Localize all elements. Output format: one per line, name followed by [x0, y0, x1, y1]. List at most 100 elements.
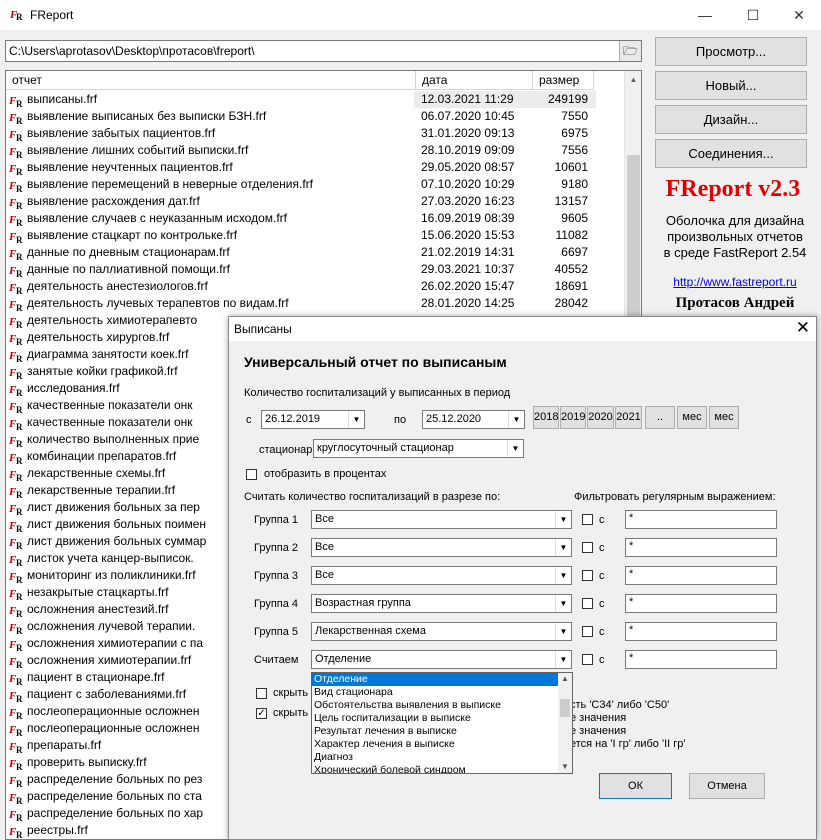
- group-select[interactable]: Все ▼: [311, 538, 572, 557]
- list-item[interactable]: F R выявление перемещений в неверные отдел…: [6, 176, 624, 193]
- group-label: Считаем: [254, 654, 299, 666]
- chevron-down-icon[interactable]: ▼: [348, 411, 364, 428]
- dialog-close-icon[interactable]: ✕: [796, 318, 810, 338]
- scroll-thumb[interactable]: [627, 155, 640, 329]
- file-name: количество выполненных прие: [27, 432, 200, 446]
- cancel-button[interactable]: Отмена: [689, 773, 765, 799]
- chevron-down-icon[interactable]: ▼: [508, 411, 524, 428]
- column-header-name[interactable]: отчет: [6, 71, 416, 90]
- hide-label-1: скрыть: [273, 687, 309, 699]
- month-prev-button[interactable]: мес: [677, 406, 707, 429]
- date-to-picker[interactable]: 25.12.2020 ▼: [422, 410, 525, 429]
- year-2020-button[interactable]: 2020: [587, 406, 614, 429]
- list-item[interactable]: F R выявление расхождения дат.frf 27.03.202…: [6, 193, 624, 210]
- dropdown-option[interactable]: Отделение: [312, 673, 572, 686]
- regex-checkbox[interactable]: [582, 542, 593, 553]
- dropdown-list[interactable]: Отделение Вид стационара Обстоятельства вы…: [311, 672, 573, 774]
- design-button[interactable]: Дизайн...: [655, 105, 807, 134]
- regex-checkbox[interactable]: [582, 570, 593, 581]
- regex-input[interactable]: *: [625, 538, 777, 557]
- dots-button[interactable]: ..: [645, 406, 675, 429]
- year-2021-button[interactable]: 2021: [615, 406, 642, 429]
- dropdown-option[interactable]: Результат лечения в выписке: [312, 725, 572, 738]
- column-header-size[interactable]: размер: [533, 71, 594, 90]
- report-file-icon: FR: [9, 435, 23, 447]
- hide-checkbox-1[interactable]: [256, 688, 267, 699]
- dropdown-option[interactable]: Характер лечения в выписке: [312, 738, 572, 751]
- dropdown-option[interactable]: Диагноз: [312, 751, 572, 764]
- report-file-icon: FR: [9, 809, 23, 821]
- website-link[interactable]: http://www.fastreport.ru: [654, 275, 816, 289]
- year-2018-button[interactable]: 2018: [533, 406, 559, 429]
- new-button[interactable]: Новый...: [655, 71, 807, 100]
- report-file-icon: FR: [9, 775, 23, 787]
- file-name: данные по паллиативной помощи.frf: [27, 262, 230, 276]
- regex-c-label: с: [599, 654, 605, 666]
- path-input[interactable]: C:\Users\aprotasov\Desktop\протасов\frep…: [5, 40, 642, 62]
- hint-line-4: ется на 'I гр' либо 'II гр': [570, 738, 686, 750]
- regex-checkbox[interactable]: [582, 598, 593, 609]
- hide-checkbox-2[interactable]: ✓: [256, 708, 267, 719]
- view-button[interactable]: Просмотр...: [655, 37, 807, 66]
- list-item[interactable]: F R деятельность анестезиологов.frf 26.02.2…: [6, 278, 624, 295]
- regex-checkbox[interactable]: [582, 626, 593, 637]
- report-file-icon: FR: [9, 418, 23, 430]
- chevron-down-icon[interactable]: ▼: [555, 567, 571, 584]
- connections-button[interactable]: Соединения...: [655, 139, 807, 168]
- list-item[interactable]: F R данные по паллиативной помощи.frf 29.03…: [6, 261, 624, 278]
- report-file-icon: FR: [9, 605, 23, 617]
- regex-input[interactable]: *: [625, 622, 777, 641]
- file-name: выявление перемещений в неверные отделен…: [27, 177, 313, 191]
- scroll-down-icon[interactable]: ▼: [558, 761, 572, 773]
- chevron-down-icon[interactable]: ▼: [555, 539, 571, 556]
- list-item[interactable]: F R выявление забытых пациентов.frf 31.01.2…: [6, 125, 624, 142]
- station-label: стационар: [259, 444, 313, 456]
- list-item[interactable]: F R выявление стацкарт по контрольке.frf 15…: [6, 227, 624, 244]
- chevron-down-icon[interactable]: ▼: [555, 651, 571, 668]
- list-item[interactable]: F R выявление случаев с неуказанным исходо…: [6, 210, 624, 227]
- scroll-up-icon[interactable]: ▲: [558, 673, 572, 685]
- scroll-up-icon[interactable]: ▲: [625, 71, 641, 88]
- dropdown-option[interactable]: Вид стационара: [312, 686, 572, 699]
- regex-checkbox[interactable]: [582, 654, 593, 665]
- maximize-button[interactable]: ☐: [730, 0, 776, 30]
- close-button[interactable]: ✕: [776, 0, 821, 30]
- regex-checkbox[interactable]: [582, 514, 593, 525]
- group-select[interactable]: Лекарственная схема ▼: [311, 622, 572, 641]
- chevron-down-icon[interactable]: ▼: [555, 595, 571, 612]
- percent-checkbox[interactable]: [246, 469, 257, 480]
- ok-button[interactable]: ОК: [599, 773, 672, 799]
- chevron-down-icon[interactable]: ▼: [555, 511, 571, 528]
- dropdown-option[interactable]: Цель госпитализации в выписке: [312, 712, 572, 725]
- chevron-down-icon[interactable]: ▼: [507, 440, 523, 457]
- group-select[interactable]: Возрастная группа ▼: [311, 594, 572, 613]
- year-2019-button[interactable]: 2019: [560, 406, 586, 429]
- dropdown-option[interactable]: Обстоятельства выявления в выписке: [312, 699, 572, 712]
- group-select[interactable]: Все ▼: [311, 566, 572, 585]
- list-item[interactable]: F R выявление неучтенных пациентов.frf 29.0…: [6, 159, 624, 176]
- regex-input[interactable]: *: [625, 594, 777, 613]
- file-name: распределение больных по рез: [27, 772, 203, 786]
- column-header-date[interactable]: дата: [416, 71, 533, 90]
- regex-input[interactable]: *: [625, 510, 777, 529]
- group-select[interactable]: Отделение ▼: [311, 650, 572, 669]
- date-from-picker[interactable]: 26.12.2019 ▼: [261, 410, 365, 429]
- folder-open-icon[interactable]: 🗁: [619, 41, 641, 61]
- minimize-button[interactable]: —: [682, 0, 728, 30]
- dropdown-scrollbar[interactable]: ▲ ▼: [558, 673, 572, 773]
- regex-input[interactable]: *: [625, 650, 777, 669]
- list-item[interactable]: F R выявление лишних событий выписки.frf 28…: [6, 142, 624, 159]
- chevron-down-icon[interactable]: ▼: [555, 623, 571, 640]
- list-item[interactable]: F R выписаны.frf 12.03.2021 11:29 249199: [6, 91, 624, 108]
- dropdown-option[interactable]: Хронический болевой синдром: [312, 764, 572, 773]
- group-select[interactable]: Все ▼: [311, 510, 572, 529]
- list-item[interactable]: F R деятельность лучевых терапевтов по вид…: [6, 295, 624, 312]
- filter-heading: Фильтровать регулярным выражением:: [574, 491, 776, 503]
- list-item[interactable]: F R данные по дневным стационарам.frf 21.02…: [6, 244, 624, 261]
- station-select[interactable]: круглосуточный стационар ▼: [313, 439, 524, 458]
- list-item[interactable]: F R выявление выписаных без выписки БЗН.fr…: [6, 108, 624, 125]
- svg-text:R: R: [16, 439, 23, 447]
- regex-input[interactable]: *: [625, 566, 777, 585]
- dropdown-scroll-thumb[interactable]: [560, 699, 570, 717]
- month-next-button[interactable]: мес: [709, 406, 739, 429]
